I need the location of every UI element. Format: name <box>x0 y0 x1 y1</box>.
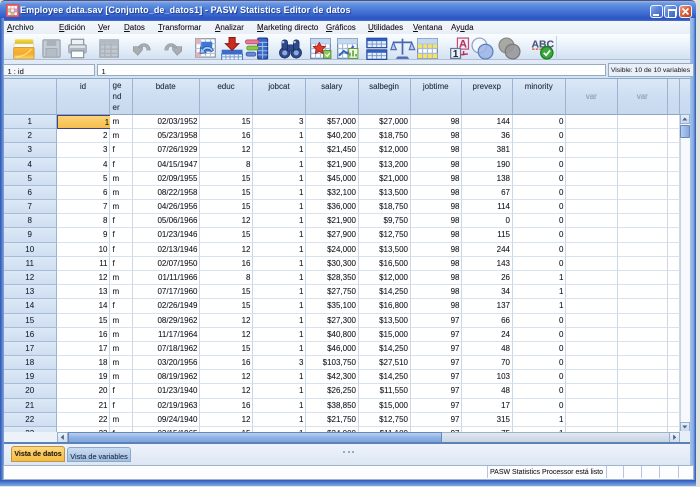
svg-text:1: 1 <box>452 49 458 60</box>
